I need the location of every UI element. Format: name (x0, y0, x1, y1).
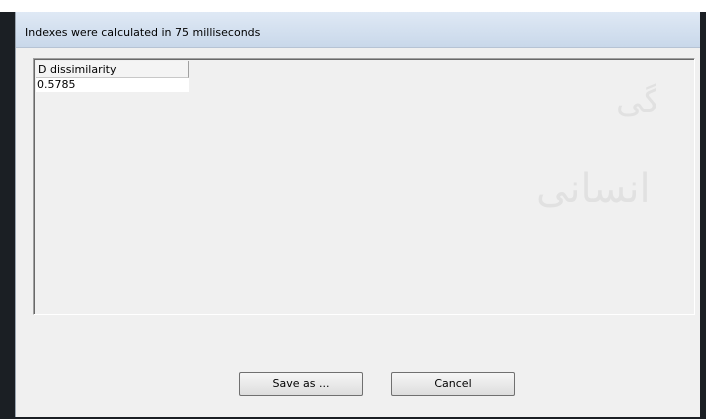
window-right-edge (700, 12, 706, 419)
grid-cell-d-dissimilarity[interactable]: 0.5785 (36, 78, 189, 92)
column-header-d-dissimilarity[interactable]: D dissimilarity (36, 61, 189, 78)
save-as-button[interactable]: Save as ... (239, 372, 363, 396)
top-strip (0, 0, 706, 12)
screen: Indexes were calculated in 75 millisecon… (0, 0, 706, 419)
cancel-button[interactable]: Cancel (391, 372, 515, 396)
results-dialog: Indexes were calculated in 75 millisecon… (15, 12, 706, 417)
results-grid-panel: D dissimilarity 0.5785 (33, 58, 695, 315)
dialog-title: Indexes were calculated in 75 millisecon… (25, 26, 261, 39)
results-grid: D dissimilarity 0.5785 (36, 61, 189, 92)
dialog-titlebar[interactable]: Indexes were calculated in 75 millisecon… (16, 12, 706, 48)
